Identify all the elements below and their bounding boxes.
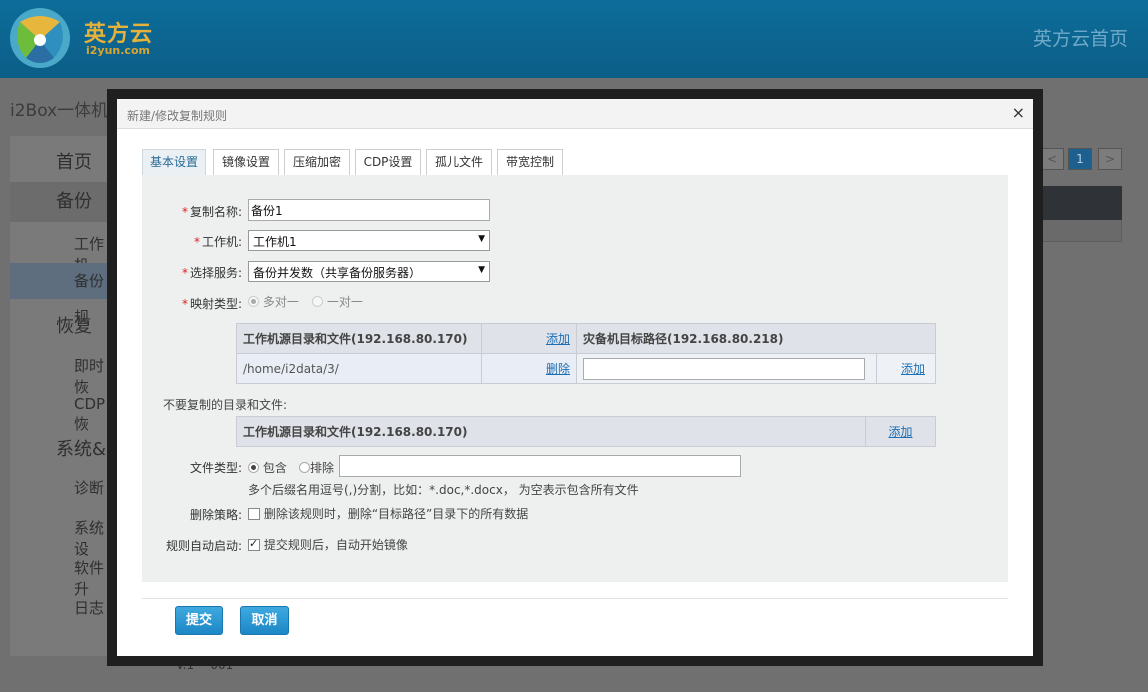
file-type-exclude[interactable]: 排除 [299, 459, 334, 476]
file-type-include[interactable]: 包含 [248, 459, 287, 476]
file-type-label: 文件类型: [189, 461, 242, 475]
tab-compress-encrypt[interactable]: 压缩加密 [284, 149, 350, 175]
sidebar-item-home[interactable]: 首页 [10, 148, 118, 174]
tab-bandwidth[interactable]: 带宽控制 [497, 149, 563, 175]
chevron-down-icon: ▼ [478, 234, 485, 244]
submit-button[interactable]: 提交 [175, 606, 223, 635]
radio-icon [312, 296, 323, 307]
radio-icon [248, 462, 259, 473]
sidebar-item-backup[interactable]: 备份 [10, 182, 118, 222]
footer-divider [142, 598, 1008, 599]
dst-add-link[interactable]: 添加 [901, 362, 925, 376]
dialog-titlebar: 新建/修改复制规则 × [117, 99, 1033, 129]
dialog-title: 新建/修改复制规则 [127, 109, 228, 123]
host-label: * 工作机: [193, 235, 242, 249]
table-row: /home/i2data/3/ 删除 添加 [236, 353, 936, 384]
tab-cdp[interactable]: CDP设置 [355, 149, 421, 175]
auto-start-label: 规则自动启动: [165, 539, 242, 553]
top-header: 英方云 i2yun.com 英方云首页 [0, 0, 1148, 78]
rule-dialog: 新建/修改复制规则 × 基本设置 镜像设置 压缩加密 CDP设置 孤儿文件 带宽… [117, 99, 1033, 656]
tab-orphan-files[interactable]: 孤儿文件 [426, 149, 492, 175]
checkbox-checked-icon [248, 537, 260, 551]
sidebar-item-system-settings[interactable]: 系统设 [10, 517, 118, 559]
src-add-link[interactable]: 添加 [546, 332, 570, 346]
radio-icon [299, 462, 310, 473]
sidebar-item-backup-rules[interactable]: 备份规 [10, 263, 118, 326]
name-input[interactable] [248, 199, 490, 221]
table-header-row: 工作机源目录和文件(192.168.80.170) 添加 灾备机目标路径(192… [236, 323, 936, 354]
dst-header: 灾备机目标路径(192.168.80.218) [576, 323, 936, 354]
host-select[interactable]: 工作机1 ▼ [248, 230, 490, 251]
delete-link[interactable]: 删除 [546, 362, 570, 376]
exclude-header: 工作机源目录和文件(192.168.80.170) [236, 416, 866, 447]
radio-icon [248, 296, 259, 307]
sidebar: 首页 备份 工作机 备份规 恢复 即时恢 CDP恢 系统& 诊断 系统设 软件升… [10, 136, 118, 656]
table-header-row: 工作机源目录和文件(192.168.80.170) 添加 [236, 416, 936, 447]
src-path: /home/i2data/3/ [236, 353, 482, 384]
sidebar-item-system[interactable]: 系统& [10, 435, 118, 461]
logo-icon [10, 8, 70, 68]
sidebar-item-cdp-restore[interactable]: CDP恢 [10, 395, 118, 434]
chevron-down-icon: ▼ [478, 265, 485, 275]
auto-start-checkbox[interactable]: 提交规则后，自动开始镜像 [248, 536, 408, 553]
exclude-label: 不要复制的目录和文件: [163, 398, 288, 412]
delete-policy-label: 删除策略: [189, 508, 242, 522]
sidebar-item-diagnose[interactable]: 诊断 [10, 477, 118, 498]
sidebar-item-upgrade[interactable]: 软件升 [10, 557, 118, 599]
cancel-button[interactable]: 取消 [240, 606, 289, 635]
pager-current-button[interactable]: 1 [1068, 148, 1092, 170]
dst-path-input[interactable] [583, 357, 865, 380]
mapping-table: 工作机源目录和文件(192.168.80.170) 添加 灾备机目标路径(192… [236, 323, 936, 384]
tab-mirror[interactable]: 镜像设置 [213, 149, 279, 175]
sidebar-item-instant-restore[interactable]: 即时恢 [10, 355, 118, 397]
basic-settings-panel: *复制名称: *工作机: 工作机1▼ *选择服务: 备份并发数（共享备份服务器）… [142, 175, 1008, 582]
map-type-label: * 映射类型: [181, 297, 242, 311]
service-label: * 选择服务: [181, 266, 242, 280]
src-header: 工作机源目录和文件(192.168.80.170) [236, 323, 482, 354]
exclude-add-link[interactable]: 添加 [888, 425, 912, 439]
close-icon[interactable]: × [1012, 103, 1025, 122]
name-label: * 复制名称: [181, 205, 242, 219]
background-table-header [1040, 186, 1122, 220]
logo-subtext: i2yun.com [86, 44, 150, 57]
map-type-one-to-one[interactable]: 一对一 [312, 293, 363, 310]
tab-basic[interactable]: 基本设置 [142, 149, 206, 175]
exclude-table: 工作机源目录和文件(192.168.80.170) 添加 [236, 416, 936, 447]
file-type-hint: 多个后缀名用逗号(,)分割，比如：*.doc,*.docx， 为空表示包含所有文… [248, 483, 639, 497]
file-type-input[interactable] [339, 455, 741, 477]
checkbox-icon [248, 508, 260, 520]
pager-next-button[interactable]: > [1098, 148, 1122, 170]
sidebar-item-logs[interactable]: 日志 [10, 597, 118, 618]
delete-policy-checkbox[interactable]: 删除该规则时，删除“目标路径”目录下的所有数据 [248, 505, 528, 522]
service-select[interactable]: 备份并发数（共享备份服务器） ▼ [248, 261, 490, 282]
sidebar-item-restore[interactable]: 恢复 [10, 312, 118, 338]
page-title: i2Box一体机 [10, 101, 109, 121]
pager-prev-button[interactable]: < [1040, 148, 1064, 170]
map-type-many-to-one[interactable]: 多对一 [248, 293, 299, 310]
home-link[interactable]: 英方云首页 [1033, 24, 1128, 51]
